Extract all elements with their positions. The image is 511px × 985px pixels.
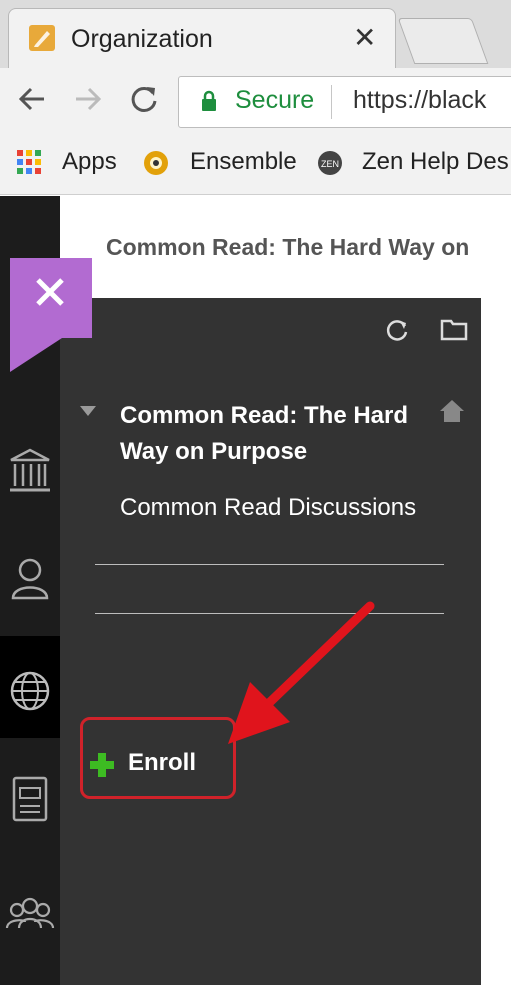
- courses-icon[interactable]: [5, 772, 55, 826]
- browser-tab-strip: Organization ✕: [0, 0, 511, 69]
- close-menu-button[interactable]: [10, 258, 92, 338]
- tab-title: Organization: [71, 25, 213, 53]
- page-content-area: [481, 298, 511, 985]
- ensemble-icon: [144, 151, 168, 175]
- profile-icon[interactable]: [5, 552, 55, 606]
- reload-icon[interactable]: [128, 82, 160, 116]
- svg-text:ZEN: ZEN: [321, 159, 339, 169]
- pencil-favicon-icon: [29, 25, 55, 51]
- bookmark-zen-help[interactable]: Zen Help Des: [362, 148, 509, 176]
- bookmarks-bar: Apps Ensemble ZEN Zen Help Des: [0, 134, 511, 195]
- groups-icon[interactable]: [5, 886, 55, 940]
- globe-icon[interactable]: [5, 664, 55, 718]
- enroll-label: Enroll: [128, 749, 197, 776]
- url-text: https://black: [353, 86, 487, 114]
- refresh-icon[interactable]: [384, 316, 410, 342]
- lock-icon: [202, 90, 216, 111]
- course-title[interactable]: Common Read: The Hard Way on Purpose: [120, 398, 440, 470]
- bookmark-ensemble[interactable]: Ensemble: [190, 148, 297, 176]
- zen-help-icon: ZEN: [318, 151, 342, 175]
- back-icon[interactable]: [16, 82, 48, 116]
- menu-link-common-read-discussions[interactable]: Common Read Discussions: [120, 494, 416, 522]
- new-tab-button[interactable]: [397, 18, 489, 64]
- address-bar[interactable]: Secure https://black: [178, 76, 511, 128]
- menu-divider: [95, 613, 444, 614]
- address-divider: [331, 85, 332, 119]
- close-icon: [36, 278, 64, 306]
- page-title: Common Read: The Hard Way on: [106, 234, 470, 260]
- close-tab-fold: [10, 338, 62, 372]
- institution-icon[interactable]: [5, 444, 55, 498]
- home-icon[interactable]: [438, 398, 466, 424]
- browser-tab[interactable]: Organization ✕: [8, 8, 396, 69]
- tab-close-icon[interactable]: ✕: [353, 21, 376, 54]
- secure-label: Secure: [235, 86, 315, 114]
- menu-divider: [95, 564, 444, 565]
- plus-icon: [90, 753, 114, 777]
- folder-icon[interactable]: [440, 316, 468, 342]
- collapse-toggle-icon[interactable]: [80, 406, 96, 416]
- forward-icon[interactable]: [72, 82, 104, 116]
- apps-grid-icon: [17, 150, 41, 174]
- bookmark-apps[interactable]: Apps: [62, 148, 117, 176]
- page-header: Common Read: The Hard Way on: [62, 196, 511, 296]
